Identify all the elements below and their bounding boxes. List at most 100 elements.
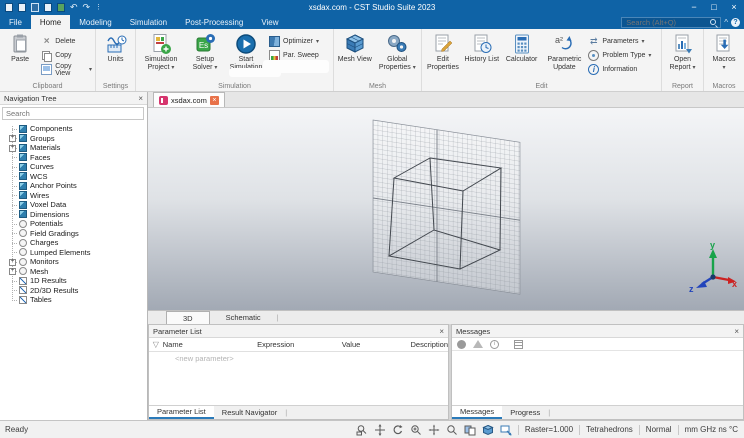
tree-item-materials[interactable]: + Materials [0, 143, 147, 153]
tab-result-navigator[interactable]: Result Navigator [214, 406, 285, 419]
zoom-in-icon[interactable] [410, 424, 422, 436]
units-button[interactable]: Units [97, 31, 134, 81]
tree-item-anchor-points[interactable]: Anchor Points [0, 181, 147, 191]
copy-icon[interactable] [44, 3, 52, 12]
tree-item-groups[interactable]: + Groups [0, 134, 147, 144]
expand-icon[interactable]: + [9, 268, 16, 275]
3d-viewport[interactable]: y x z [148, 108, 744, 310]
close-icon[interactable]: × [138, 94, 143, 103]
copy-button[interactable]: Copy [39, 49, 94, 62]
export-view-icon[interactable] [500, 424, 512, 436]
bounding-box-icon[interactable] [482, 424, 494, 436]
redo-icon[interactable]: ↷ [83, 3, 91, 12]
open-report-button[interactable]: Open Report ▾ [663, 31, 702, 81]
units-summary[interactable]: mm GHz ns °C [685, 425, 738, 434]
problem-type-button[interactable]: Problem Type ▾ [586, 49, 660, 62]
tree-item-monitors[interactable]: + Monitors [0, 257, 147, 267]
help-icon[interactable]: ? [731, 17, 740, 27]
ribbon-search[interactable] [621, 16, 722, 28]
coordinate-axes-widget[interactable]: y x z [688, 240, 738, 298]
expand-icon[interactable]: + [9, 135, 16, 142]
tree-item-field-gradings[interactable]: Field Gradings [0, 229, 147, 239]
information-button[interactable]: i Information [586, 63, 660, 76]
move-icon[interactable] [374, 423, 386, 436]
close-icon[interactable]: × [734, 327, 739, 336]
tree-item-faces[interactable]: Faces [0, 153, 147, 163]
tree-item-wcs[interactable]: WCS [0, 172, 147, 182]
zoom-window-icon[interactable] [356, 424, 368, 436]
expand-icon[interactable]: + [9, 144, 16, 152]
tab-file[interactable]: File [0, 15, 31, 29]
message-list-icon[interactable] [514, 339, 523, 349]
tree-item-voxel-data[interactable]: Voxel Data [0, 200, 147, 210]
view-tab-schematic[interactable]: Schematic [210, 311, 277, 324]
errors-filter-icon[interactable] [457, 339, 466, 349]
customize-toolbar-icon[interactable]: ⋮ [95, 3, 102, 12]
column-value[interactable]: Value [342, 340, 411, 349]
view-mode[interactable]: Normal [646, 425, 672, 434]
paste-icon[interactable] [57, 3, 65, 12]
mesh-type[interactable]: Tetrahedrons [586, 425, 633, 434]
close-button[interactable]: × [724, 0, 744, 15]
minimize-button[interactable]: − [684, 0, 704, 15]
macros-button[interactable]: Macros ▾ [705, 31, 743, 81]
tree-search-input[interactable] [2, 107, 144, 120]
warnings-filter-icon[interactable] [473, 340, 483, 348]
tree-item-dimensions[interactable]: Dimensions [0, 210, 147, 220]
tab-progress[interactable]: Progress [502, 406, 548, 419]
rotate-icon[interactable] [392, 424, 404, 436]
history-list-button[interactable]: History List [463, 31, 501, 81]
parametric-update-button[interactable]: a² Parametric Update [543, 31, 587, 81]
tree-item-lumped-elements[interactable]: Lumped Elements [0, 248, 147, 258]
collapse-ribbon-icon[interactable]: ^ [724, 18, 728, 27]
open-file-icon[interactable] [18, 3, 26, 12]
edit-properties-button[interactable]: Edit Properties [423, 31, 463, 81]
delete-button[interactable]: × Delete [39, 35, 94, 48]
column-description[interactable]: Description [411, 340, 449, 349]
tree-item-charges[interactable]: Charges [0, 238, 147, 248]
tree-item-components[interactable]: Components [0, 124, 147, 134]
view-tab-3d[interactable]: 3D [166, 311, 210, 324]
tree-item-2d3d-results[interactable]: 2D/3D Results [0, 286, 147, 296]
tab-home[interactable]: Home [30, 15, 71, 29]
undo-icon[interactable]: ↶ [70, 3, 78, 12]
mesh-view-button[interactable]: Mesh View [335, 31, 375, 81]
tree-item-1d-results[interactable]: 1D Results [0, 276, 147, 286]
filter-icon[interactable]: ▽ [149, 340, 163, 349]
tree-item-potentials[interactable]: Potentials [0, 219, 147, 229]
pan-icon[interactable] [428, 424, 440, 436]
expand-icon[interactable]: + [9, 258, 16, 266]
info-filter-icon[interactable]: i [490, 339, 499, 349]
parameters-button[interactable]: ⇄ Parameters ▾ [586, 35, 660, 48]
tree-item-tables[interactable]: Tables [0, 295, 147, 305]
new-file-icon[interactable] [5, 3, 13, 12]
save-icon[interactable] [31, 3, 39, 12]
tab-post-processing[interactable]: Post-Processing [176, 15, 252, 29]
tab-modeling[interactable]: Modeling [70, 15, 120, 29]
calculator-button[interactable]: Calculator [501, 31, 543, 81]
close-icon[interactable]: × [209, 95, 219, 105]
column-name[interactable]: Name [163, 340, 257, 349]
tree-item-wires[interactable]: Wires [0, 191, 147, 201]
close-icon[interactable]: × [439, 327, 444, 336]
split-view-icon[interactable] [464, 424, 476, 436]
document-tab[interactable]: xsdax.com × [153, 92, 225, 107]
tab-parameter-list[interactable]: Parameter List [149, 406, 214, 419]
search-view-icon[interactable] [446, 424, 458, 436]
group-clipboard: Paste × Delete Copy Copy View ▾ Clipboar… [0, 29, 96, 91]
copy-view-button[interactable]: Copy View ▾ [39, 63, 94, 77]
search-input[interactable] [622, 17, 711, 27]
tree-item-mesh[interactable]: + Mesh [0, 267, 147, 277]
setup-solver-button[interactable]: Es Setup Solver ▾ [185, 31, 225, 81]
tab-messages[interactable]: Messages [452, 406, 503, 419]
simulation-project-button[interactable]: Simulation Project ▾ [137, 31, 185, 81]
column-expression[interactable]: Expression [257, 340, 342, 349]
tree-item-curves[interactable]: Curves [0, 162, 147, 172]
maximize-button[interactable]: □ [704, 0, 724, 15]
global-properties-button[interactable]: Global Properties ▾ [375, 31, 420, 81]
tab-simulation[interactable]: Simulation [121, 15, 176, 29]
paste-button[interactable]: Paste [1, 31, 39, 81]
optimizer-button[interactable]: Optimizer ▾ [267, 35, 331, 48]
new-parameter-row[interactable]: <new parameter> [149, 352, 448, 363]
tab-view[interactable]: View [252, 15, 287, 29]
